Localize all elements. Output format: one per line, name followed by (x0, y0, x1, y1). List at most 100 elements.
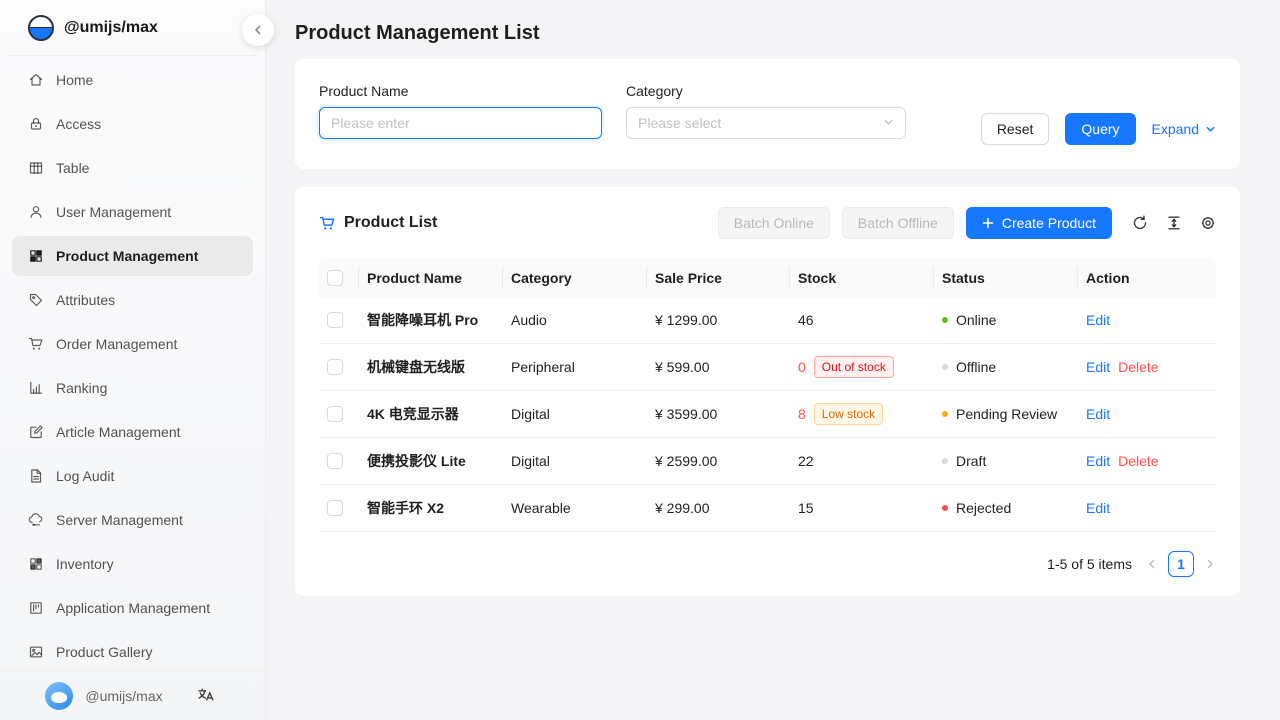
sidebar-item-server-management[interactable]: Server Management (12, 500, 253, 540)
sidebar-item-home[interactable]: Home (12, 60, 253, 100)
chevron-down-icon (883, 115, 894, 131)
sidebar-item-attributes[interactable]: Attributes (12, 280, 253, 320)
cell-status: Pending Review (934, 406, 1078, 422)
row-checkbox[interactable] (327, 359, 343, 375)
main-content: Product Management List Product Name Cat… (266, 0, 1280, 720)
sidebar-item-article-management[interactable]: Article Management (12, 412, 253, 452)
product-name-input[interactable] (319, 107, 602, 139)
edit-link[interactable]: Edit (1086, 312, 1110, 328)
pagination-next-icon[interactable] (1204, 558, 1216, 570)
edit-link[interactable]: Edit (1086, 359, 1110, 375)
table-row: 4K 电竞显示器Digital¥ 3599.008Low stockPendin… (319, 391, 1216, 438)
column-header-status: Status (934, 259, 1078, 297)
sidebar-item-ranking[interactable]: Ranking (12, 368, 253, 408)
brand-title: @umijs/max (64, 19, 158, 37)
sidebar-item-label: Article Management (56, 424, 181, 440)
stock-alert-tag: Low stock (814, 403, 883, 425)
edit-link[interactable]: Edit (1086, 406, 1110, 422)
status-label: Online (956, 312, 996, 328)
sidebar-item-order-management[interactable]: Order Management (12, 324, 253, 364)
stock-value: 46 (798, 312, 814, 328)
row-checkbox[interactable] (327, 500, 343, 516)
cell-sale-price: ¥ 2599.00 (647, 453, 790, 469)
sidebar-collapse-button[interactable] (242, 14, 274, 46)
tag-icon (28, 292, 44, 308)
user-icon (28, 204, 44, 220)
sidebar-footer: @umijs/max (0, 670, 265, 720)
cell-category: Digital (503, 453, 647, 469)
stock-value: 8 (798, 406, 806, 422)
file-icon (28, 468, 44, 484)
pagination-prev-icon[interactable] (1146, 558, 1158, 570)
home-icon (28, 72, 44, 88)
umi-logo-icon (28, 15, 54, 41)
bar-chart-icon (28, 380, 44, 396)
row-checkbox[interactable] (327, 406, 343, 422)
create-product-button[interactable]: Create Product (966, 207, 1112, 239)
expand-label: Expand (1152, 121, 1199, 137)
list-tools: Batch Online Batch Offline Create Produc… (718, 207, 1216, 239)
user-avatar[interactable] (45, 682, 73, 710)
sidebar-item-user-management[interactable]: User Management (12, 192, 253, 232)
expand-toggle[interactable]: Expand (1152, 121, 1216, 137)
sidebar-item-label: Product Management (56, 248, 198, 264)
edit-link[interactable]: Edit (1086, 500, 1110, 516)
translate-icon[interactable] (197, 686, 214, 706)
sidebar-item-inventory[interactable]: Inventory (12, 544, 253, 584)
stock-value: 15 (798, 500, 814, 516)
cell-product-name: 便携投影仪 Lite (359, 451, 503, 471)
pagination-total: 1-5 of 5 items (1047, 556, 1132, 572)
cell-stock: 22 (790, 453, 934, 469)
status-dot (942, 458, 948, 464)
sidebar-item-application-management[interactable]: Application Management (12, 588, 253, 628)
row-checkbox[interactable] (327, 312, 343, 328)
header-select-all (319, 259, 359, 297)
cloud-server-icon (28, 512, 44, 528)
category-select-placeholder: Please select (638, 115, 721, 131)
pagination-page-1[interactable]: 1 (1168, 551, 1194, 577)
cell-actions: Edit (1078, 312, 1216, 328)
delete-link[interactable]: Delete (1118, 453, 1158, 469)
cell-category: Digital (503, 406, 647, 422)
sidebar-item-product-management[interactable]: Product Management (12, 236, 253, 276)
cell-product-name: 机械键盘无线版 (359, 357, 503, 377)
edit-link[interactable]: Edit (1086, 453, 1110, 469)
settings-gear-icon[interactable] (1200, 215, 1216, 231)
table-row: 智能降噪耳机 ProAudio¥ 1299.0046OnlineEdit (319, 297, 1216, 344)
category-select[interactable]: Please select (626, 107, 906, 139)
sidebar-item-access[interactable]: Access (12, 104, 253, 144)
edit-square-icon (28, 424, 44, 440)
batch-offline-button[interactable]: Batch Offline (842, 207, 954, 239)
query-button[interactable]: Query (1065, 113, 1135, 145)
select-all-checkbox[interactable] (327, 270, 343, 286)
row-checkbox[interactable] (327, 453, 343, 469)
sidebar-item-product-gallery[interactable]: Product Gallery (12, 632, 253, 670)
brand-header: @umijs/max (8, 0, 257, 56)
cell-sale-price: ¥ 1299.00 (647, 312, 790, 328)
reload-icon[interactable] (1132, 215, 1148, 231)
cell-product-name: 智能降噪耳机 Pro (359, 310, 503, 330)
shopping-cart-icon (319, 215, 336, 232)
table-row: 机械键盘无线版Peripheral¥ 599.000Out of stockOf… (319, 344, 1216, 391)
sidebar-item-label: Product Gallery (56, 644, 152, 660)
cell-actions: Edit (1078, 406, 1216, 422)
sidebar-item-table[interactable]: Table (12, 148, 253, 188)
status-dot (942, 505, 948, 511)
cell-actions: Edit Delete (1078, 453, 1216, 469)
column-height-icon[interactable] (1166, 215, 1182, 231)
status-label: Draft (956, 453, 986, 469)
sidebar-item-log-audit[interactable]: Log Audit (12, 456, 253, 496)
list-title: Product List (344, 214, 437, 232)
batch-online-button[interactable]: Batch Online (718, 207, 830, 239)
search-actions: Reset Query Expand (981, 83, 1216, 145)
stock-value: 22 (798, 453, 814, 469)
table-header-row: Product NameCategorySale PriceStockStatu… (319, 259, 1216, 297)
cell-status: Online (934, 312, 1078, 328)
reset-button[interactable]: Reset (981, 113, 1050, 145)
sidebar-item-label: User Management (56, 204, 171, 220)
delete-link[interactable]: Delete (1118, 359, 1158, 375)
footer-username: @umijs/max (85, 688, 162, 704)
sidebar-item-label: Access (56, 116, 101, 132)
cell-stock: 0Out of stock (790, 356, 934, 378)
status-dot (942, 317, 948, 323)
